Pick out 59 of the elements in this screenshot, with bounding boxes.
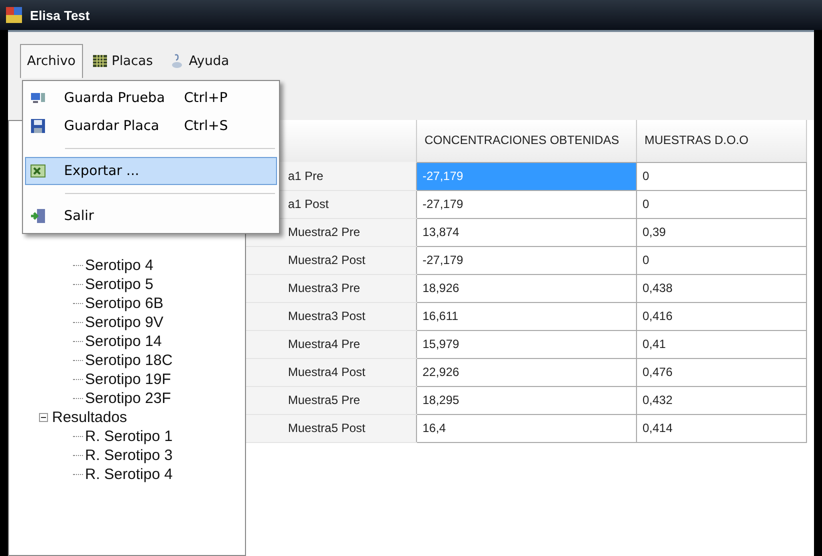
- row-header: Muestra4 Post: [246, 358, 416, 386]
- table-cell[interactable]: 18,295: [416, 386, 636, 414]
- table-cell[interactable]: 22,926: [416, 358, 636, 386]
- tree-node[interactable]: Resultados: [52, 409, 128, 426]
- shortcut-label: Ctrl+S: [184, 118, 228, 134]
- row-header: Muestra3 Pre: [246, 274, 416, 302]
- table-cell[interactable]: 18,926: [416, 274, 636, 302]
- table-cell[interactable]: 16,4: [416, 414, 636, 442]
- row-header: Muestra4 Pre: [246, 330, 416, 358]
- tree-node[interactable]: Serotipo 4: [85, 257, 154, 274]
- grid-icon: [92, 53, 108, 69]
- table-cell[interactable]: 0: [636, 162, 806, 190]
- menu-bar-item[interactable]: Placas: [84, 44, 160, 78]
- table-cell[interactable]: 13,874: [416, 218, 636, 246]
- tree-node[interactable]: Serotipo 6B: [85, 295, 164, 312]
- table-cell[interactable]: 0: [636, 190, 806, 218]
- table-cell[interactable]: 16,611: [416, 302, 636, 330]
- column-header[interactable]: MUESTRAS D.O.O: [636, 120, 806, 162]
- tree-node[interactable]: Serotipo 9V: [85, 314, 164, 331]
- tree-node[interactable]: Serotipo 23F: [85, 390, 171, 407]
- menu-bar-item[interactable]: Ayuda: [162, 44, 236, 78]
- row-header: Muestra5 Pre: [246, 386, 416, 414]
- menu-item-label: Exportar ...: [64, 163, 140, 179]
- tree-node[interactable]: R. Serotipo 3: [85, 447, 173, 464]
- column-header[interactable]: CONCENTRACIONES OBTENIDAS: [416, 120, 636, 162]
- menu-item[interactable]: Guardar Placa Ctrl+S: [25, 112, 277, 140]
- table-cell[interactable]: 0,438: [636, 274, 806, 302]
- menu-item-label: Salir: [64, 208, 95, 224]
- tree-node[interactable]: Serotipo 19F: [85, 371, 171, 388]
- collapse-icon[interactable]: [39, 413, 48, 422]
- menu-bar-item[interactable]: Archivo: [20, 44, 83, 78]
- tree-node[interactable]: R. Serotipo 4: [85, 466, 173, 483]
- row-header: Muestra5 Post: [246, 414, 416, 442]
- table-cell[interactable]: 0,41: [636, 330, 806, 358]
- row-header: Muestra3 Post: [246, 302, 416, 330]
- monitor-icon: [30, 90, 46, 106]
- tree-node[interactable]: Serotipo 14: [85, 333, 162, 350]
- table-cell[interactable]: 0,432: [636, 386, 806, 414]
- tree-node[interactable]: Serotipo 18C: [85, 352, 173, 369]
- table-cell[interactable]: -27,179: [416, 190, 636, 218]
- table-cell[interactable]: 0,39: [636, 218, 806, 246]
- menu-item-label: Guardar Placa: [64, 118, 160, 134]
- spreadsheet-icon: [30, 163, 46, 179]
- row-header: Muestra2 Post: [246, 246, 416, 274]
- table-cell[interactable]: 0,416: [636, 302, 806, 330]
- table-cell[interactable]: 0,476: [636, 358, 806, 386]
- menu-item-label: Guarda Prueba: [64, 90, 166, 106]
- tree-node[interactable]: R. Serotipo 1: [85, 428, 173, 445]
- table-cell[interactable]: 0: [636, 246, 806, 274]
- app-icon: [6, 7, 22, 23]
- menu-item[interactable]: Exportar ...: [25, 157, 277, 185]
- exit-door-icon: [30, 208, 46, 224]
- table-cell[interactable]: -27,179: [416, 246, 636, 274]
- tree-node[interactable]: Serotipo 5: [85, 276, 154, 293]
- menu-item[interactable]: Guarda Prueba Ctrl+P: [25, 84, 277, 112]
- table-cell[interactable]: 0,414: [636, 414, 806, 442]
- table-cell[interactable]: 15,979: [416, 330, 636, 358]
- shortcut-label: Ctrl+P: [184, 90, 228, 106]
- window-title: Elisa Test: [30, 8, 90, 22]
